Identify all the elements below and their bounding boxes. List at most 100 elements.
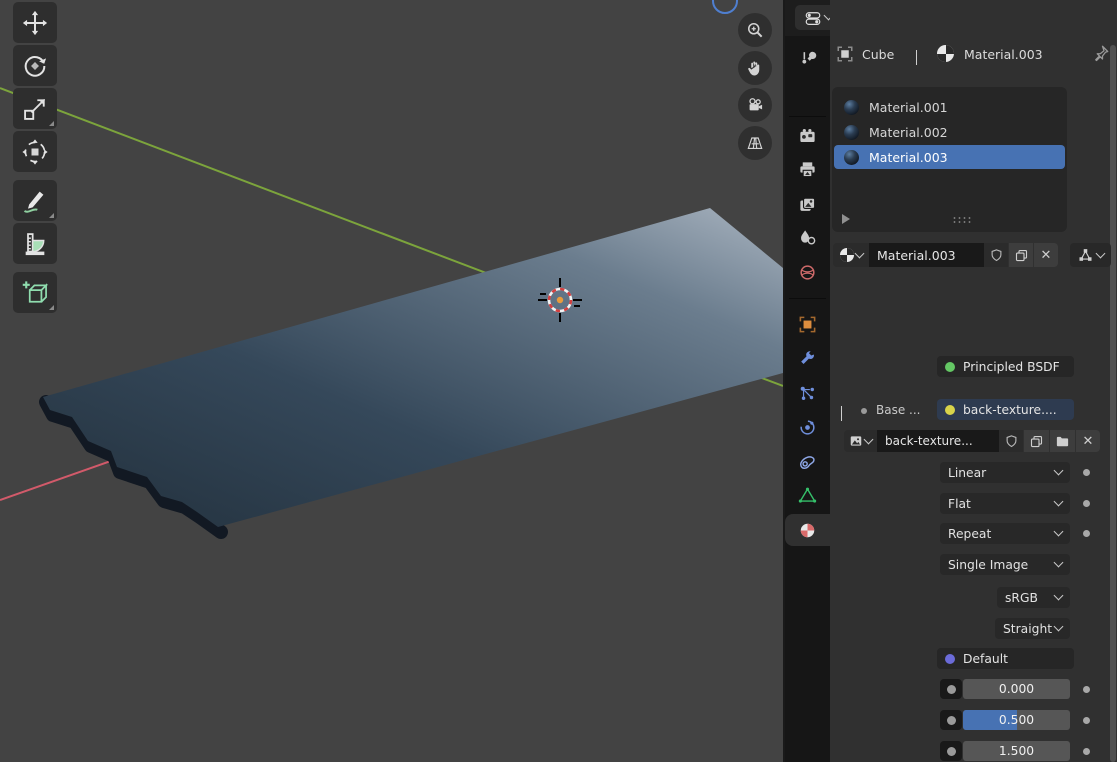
data-tab-icon: [798, 486, 817, 505]
blender-window: Cube Material.003 Material.001 Material.…: [0, 0, 1117, 762]
rotate-tool-button[interactable]: [13, 45, 57, 86]
physics-tab-icon: [798, 418, 817, 437]
extension-dropdown[interactable]: Repeat: [940, 523, 1070, 544]
panel-scrollbar[interactable]: [1110, 45, 1116, 762]
list-resize-grip[interactable]: [952, 216, 972, 224]
material-slot-row-selected[interactable]: Material.003: [834, 145, 1065, 169]
modifiers-tab-icon: [798, 349, 817, 368]
metallic-value: 0.000: [963, 679, 1070, 699]
annotate-tool-button[interactable]: [13, 180, 57, 221]
interpolation-dropdown[interactable]: Linear: [940, 462, 1070, 483]
open-image-button[interactable]: [1050, 430, 1075, 452]
roughness-socket-button[interactable]: [940, 710, 962, 730]
roughness-slider[interactable]: 0.500: [963, 710, 1070, 730]
tab-group-separator: [789, 298, 826, 299]
new-image-button[interactable]: [1024, 430, 1049, 452]
projection-value: Flat: [948, 497, 971, 511]
image-name-field[interactable]: back-texture...: [877, 430, 999, 452]
material-slot-row[interactable]: Material.001: [834, 95, 1065, 119]
vector-button[interactable]: Default: [937, 648, 1074, 669]
tab-modifiers[interactable]: [785, 342, 830, 374]
decorator-dot[interactable]: [1083, 500, 1090, 507]
material-slot-list: Material.001 Material.002 Material.003: [832, 87, 1067, 232]
ior-socket-button[interactable]: [940, 741, 962, 761]
tab-scene[interactable]: [785, 221, 830, 253]
perspective-grid-button[interactable]: [738, 126, 772, 160]
tab-object[interactable]: [785, 308, 830, 340]
camera-view-button[interactable]: [738, 88, 772, 122]
base-color-texture-button[interactable]: back-texture....: [937, 399, 1074, 420]
image-fake-user-toggle[interactable]: [999, 430, 1023, 452]
projection-dropdown[interactable]: Flat: [940, 493, 1070, 514]
source-value: Single Image: [948, 558, 1028, 572]
tab-particles[interactable]: [785, 377, 830, 409]
ior-slider[interactable]: 1.500: [963, 741, 1070, 761]
breadcrumb-object[interactable]: Cube: [862, 47, 894, 62]
slab-object[interactable]: [43, 208, 783, 527]
scene-tab-icon: [798, 228, 817, 247]
alpha-dropdown[interactable]: Straight: [995, 618, 1070, 639]
breadcrumb-material[interactable]: Material.003: [964, 47, 1043, 62]
color-space-dropdown[interactable]: sRGB: [997, 587, 1070, 608]
material-datablock-row: Material.003 ✕: [833, 243, 1058, 267]
alpha-value: Straight: [1003, 622, 1052, 636]
zoom-view-button[interactable]: [738, 13, 772, 47]
decorator-dot[interactable]: [1083, 530, 1090, 537]
new-material-button[interactable]: [1009, 243, 1033, 267]
scale-tool-button[interactable]: [13, 88, 57, 129]
tab-group-separator: [789, 116, 826, 117]
add-cube-tool-button[interactable]: [13, 272, 57, 313]
node-tree-button[interactable]: [1070, 243, 1111, 267]
breadcrumb-separator-icon: [916, 50, 917, 64]
tool-tab-icon: [798, 49, 817, 68]
tab-output[interactable]: [785, 153, 830, 185]
decorator-dot[interactable]: [1083, 686, 1090, 693]
vector-socket-dot: [945, 654, 955, 664]
base-color-label: Base ...: [876, 403, 920, 417]
list-expand-arrow[interactable]: [842, 214, 850, 224]
shield-icon: [1004, 434, 1019, 449]
add-cube-icon: [21, 279, 49, 307]
browse-material-button[interactable]: [833, 243, 869, 267]
transform-tool-button[interactable]: [13, 131, 57, 172]
tab-data[interactable]: [785, 479, 830, 511]
browse-image-button[interactable]: [844, 430, 877, 452]
measure-tool-button[interactable]: [13, 223, 57, 264]
tab-physics[interactable]: [785, 411, 830, 443]
surface-shader-button[interactable]: Principled BSDF: [937, 356, 1074, 377]
material-name-field[interactable]: Material.003: [869, 243, 984, 267]
chevron-down-icon: [1096, 248, 1106, 258]
constraints-tab-icon: [798, 452, 817, 471]
object-tab-icon: [798, 315, 817, 334]
material-icon: [840, 248, 854, 262]
metallic-socket-button[interactable]: [940, 679, 962, 699]
base-color-expand-arrow[interactable]: [841, 406, 842, 420]
decorator-dot[interactable]: [1083, 717, 1090, 724]
tab-render[interactable]: [785, 120, 830, 152]
tab-material[interactable]: [785, 514, 830, 546]
metallic-slider[interactable]: 0.000: [963, 679, 1070, 699]
decorator-dot[interactable]: [1083, 469, 1090, 476]
socket-dot-icon: [947, 747, 956, 756]
3d-viewport[interactable]: [0, 0, 783, 762]
ior-value: 1.500: [963, 741, 1070, 761]
decorator-dot[interactable]: [1083, 748, 1090, 755]
unlink-material-button[interactable]: ✕: [1034, 243, 1058, 267]
chevron-down-icon: [854, 248, 864, 258]
vector-value: Default: [963, 652, 1008, 666]
tab-view-layer[interactable]: [785, 188, 830, 220]
source-dropdown[interactable]: Single Image: [940, 554, 1070, 575]
pan-view-button[interactable]: [738, 51, 772, 85]
shield-icon: [989, 248, 1004, 263]
pin-icon[interactable]: [1092, 44, 1110, 65]
tool-submenu-indicator: [49, 305, 54, 310]
tab-tool[interactable]: [785, 42, 830, 74]
fake-user-toggle[interactable]: [984, 243, 1008, 267]
unlink-image-button[interactable]: ✕: [1076, 430, 1100, 452]
tab-world[interactable]: [785, 256, 830, 288]
roughness-value: 0.500: [963, 710, 1070, 730]
measure-icon: [21, 230, 49, 258]
tab-constraints[interactable]: [785, 445, 830, 477]
material-slot-row[interactable]: Material.002: [834, 120, 1065, 144]
move-tool-button[interactable]: [13, 2, 57, 43]
